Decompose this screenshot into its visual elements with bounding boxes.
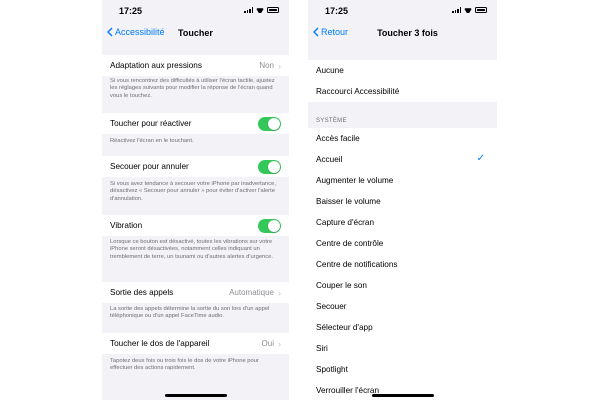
backtap-value: Oui <box>261 339 274 348</box>
system-row[interactable]: Spotlight <box>308 359 497 380</box>
system-row[interactable]: Augmenter le volume <box>308 170 497 191</box>
status-bar: 17:25 <box>102 0 289 20</box>
adaptation-label: Adaptation aux pressions <box>110 61 202 70</box>
chevron-right-icon: › <box>278 338 281 349</box>
spacer <box>308 44 497 60</box>
vibration-row: Vibration <box>102 215 289 236</box>
option-label: Centre de contrôle <box>316 239 384 248</box>
adaptation-value: Non <box>259 61 274 70</box>
reactivate-row: Toucher pour réactiver <box>102 113 289 134</box>
shake-toggle[interactable] <box>258 159 281 174</box>
system-row-selected[interactable]: Accueil ✓ <box>308 149 497 170</box>
backtap-label: Toucher le dos de l'appareil <box>110 339 210 348</box>
adaptation-row[interactable]: Adaptation aux pressions Non › <box>102 55 289 76</box>
wifi-icon <box>464 7 472 13</box>
system-row[interactable]: Capture d'écran <box>308 212 497 233</box>
chevron-right-icon: › <box>278 60 281 71</box>
backtap-footer: Tapotez deux fois ou trois fois le dos d… <box>110 358 259 372</box>
signal-icon <box>452 7 461 13</box>
calls-value: Automatique <box>229 288 274 297</box>
system-row[interactable]: Accès facile <box>308 128 497 149</box>
calls-footer: La sortie des appels détermine la sortie… <box>110 306 270 320</box>
system-row[interactable]: Couper le son <box>308 275 497 296</box>
touch-settings-screen: 17:25 Accessibilité Toucher Adaptation a… <box>102 0 289 400</box>
nav-bar: Accessibilité Toucher <box>102 22 289 44</box>
calls-row[interactable]: Sortie des appels Automatique › <box>102 282 289 303</box>
option-label: Couper le son <box>316 281 367 290</box>
chevron-left-icon <box>107 27 113 37</box>
home-indicator[interactable] <box>164 394 227 397</box>
shake-row: Secouer pour annuler <box>102 156 289 177</box>
reactivate-label: Toucher pour réactiver <box>110 119 192 128</box>
option-label: Centre de notifications <box>316 260 398 269</box>
reactivate-footer: Réactivez l'écran en le touchant. <box>110 138 194 144</box>
shake-footer: Si vous avez tendance à secouer votre iP… <box>110 181 276 202</box>
home-indicator[interactable] <box>371 394 434 397</box>
checkmark-icon: ✓ <box>476 153 485 164</box>
battery-icon <box>475 7 487 13</box>
option-label: Secouer <box>316 302 347 311</box>
system-row[interactable]: Sélecteur d'app <box>308 317 497 338</box>
system-row[interactable]: Verrouiller l'écran <box>308 380 497 400</box>
chevron-right-icon: › <box>278 287 281 298</box>
vibration-toggle[interactable] <box>258 218 281 233</box>
status-time: 17:25 <box>325 6 349 16</box>
page-title: Toucher <box>178 28 213 38</box>
section-header: SYSTÈME <box>316 118 347 124</box>
option-label: Accueil <box>316 155 343 164</box>
status-time: 17:25 <box>119 6 143 16</box>
page-title: Toucher 3 fois <box>377 28 438 38</box>
signal-icon <box>244 7 253 13</box>
shake-label: Secouer pour annuler <box>110 162 189 171</box>
vibration-label: Vibration <box>110 221 143 230</box>
system-row[interactable]: Centre de contrôle <box>308 233 497 254</box>
reactivate-toggle[interactable] <box>258 116 281 131</box>
battery-icon <box>267 7 279 13</box>
vibration-footer: Lorsque ce bouton est désactivé, toutes … <box>110 239 274 260</box>
nav-bar: Retour Toucher 3 fois <box>308 22 497 44</box>
option-label: Accès facile <box>316 134 360 143</box>
option-label: Aucune <box>316 66 344 75</box>
section-spacer: SYSTÈME <box>308 102 497 128</box>
option-label: Verrouiller l'écran <box>316 386 379 395</box>
option-label: Raccourci Accessibilité <box>316 87 400 96</box>
calls-label: Sortie des appels <box>110 288 174 297</box>
option-label: Capture d'écran <box>316 218 375 227</box>
option-label: Siri <box>316 344 328 353</box>
option-row[interactable]: Aucune <box>308 60 497 81</box>
option-label: Sélecteur d'app <box>316 323 373 332</box>
system-row[interactable]: Centre de notifications <box>308 254 497 275</box>
option-label: Baisser le volume <box>316 197 381 206</box>
triple-tap-screen: 17:25 Retour Toucher 3 fois Aucune Racco… <box>308 0 497 400</box>
option-row[interactable]: Raccourci Accessibilité <box>308 81 497 102</box>
system-row[interactable]: Siri <box>308 338 497 359</box>
option-label: Spotlight <box>316 365 348 374</box>
wifi-icon <box>256 7 264 13</box>
option-label: Augmenter le volume <box>316 176 394 185</box>
system-row[interactable]: Secouer <box>308 296 497 317</box>
backtap-row[interactable]: Toucher le dos de l'appareil Oui › <box>102 333 289 354</box>
adaptation-footer: Si vous rencontrez des difficultés à uti… <box>110 78 275 99</box>
system-row[interactable]: Baisser le volume <box>308 191 497 212</box>
